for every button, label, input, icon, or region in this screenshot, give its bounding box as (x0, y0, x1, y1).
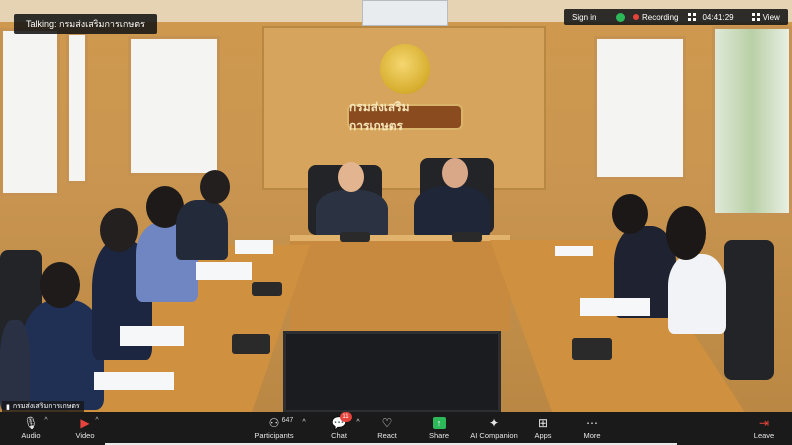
person (176, 200, 228, 260)
ai-companion-button[interactable]: ✦ AI Companion (468, 414, 520, 444)
leave-door-icon: ⇥ (758, 415, 770, 430)
person-head (666, 206, 706, 260)
monitor (283, 331, 501, 413)
meeting-topbar: Sign in Recording 04:41:29 View (564, 9, 788, 25)
meeting-toolbar: 🎙 ^ Audio ▶ ^ Video ⚇ 647 Participants ^ 💬 1… (0, 412, 792, 445)
document (580, 298, 650, 316)
share-button[interactable]: ↑ Share (426, 414, 452, 444)
person (0, 320, 30, 410)
document (196, 262, 252, 280)
microphone-icon: 🎙 ^ (23, 415, 48, 430)
audio-button[interactable]: 🎙 ^ Audio (18, 414, 48, 444)
window-left-3 (128, 36, 220, 176)
audio-label: Audio (21, 431, 41, 440)
microphone (452, 232, 482, 242)
chevron-up-icon: ^ (302, 419, 306, 426)
participants-button[interactable]: ⚇ 647 Participants (252, 414, 296, 444)
microphone (252, 282, 282, 296)
microphone (232, 334, 270, 354)
shield-icon[interactable] (616, 12, 629, 22)
microphone (572, 338, 612, 360)
person-head (40, 262, 80, 308)
participants-icon: ⚇ 647 (268, 415, 294, 430)
chevron-up-icon[interactable]: ^ (44, 417, 47, 424)
person (316, 190, 388, 238)
participant-name-tag: ▮ กรมส่งเสริมการเกษตร (2, 401, 84, 412)
react-button[interactable]: ♡ React (374, 414, 400, 444)
video-camera-icon: ▶ ^ (80, 415, 99, 430)
chevron-up-icon[interactable]: ^ (95, 417, 98, 424)
more-dots-icon: ⋯ (586, 415, 598, 430)
grid-view-icon (751, 13, 760, 21)
participants-caret[interactable]: ^ (300, 414, 308, 444)
heart-icon: ♡ (381, 415, 393, 430)
sign-in-link[interactable]: Sign in (572, 13, 614, 22)
chat-label: Chat (331, 431, 347, 440)
microphone (340, 232, 370, 242)
apps-button[interactable]: ⊞ Apps (530, 414, 556, 444)
window-right (594, 36, 686, 180)
recording-dot-icon (633, 14, 639, 20)
participant-name: กรมส่งเสริมการเกษตร (12, 403, 80, 410)
window-left-2 (66, 32, 88, 184)
person-head (442, 158, 468, 188)
chat-unread-badge: 11 (339, 412, 352, 422)
video-label: Video (75, 431, 95, 440)
window-left (0, 28, 60, 196)
person-head (200, 170, 230, 204)
view-label: View (762, 12, 780, 22)
recording-indicator[interactable]: Recording (633, 13, 678, 22)
recording-label: Recording (642, 12, 679, 22)
person-head (100, 208, 138, 252)
view-button[interactable]: View (751, 12, 780, 22)
participants-label: Participants (254, 431, 294, 440)
person-head (338, 162, 364, 192)
participant-count: 647 (281, 417, 294, 424)
chevron-up-icon: ^ (356, 419, 360, 426)
leave-label: Leave (753, 431, 775, 440)
document (555, 246, 593, 256)
ai-companion-label: AI Companion (470, 431, 518, 440)
more-button[interactable]: ⋯ More (579, 414, 605, 444)
projector (362, 0, 448, 26)
video-button[interactable]: ▶ ^ Video (72, 414, 98, 444)
document (94, 372, 174, 390)
person (668, 254, 726, 334)
table (290, 235, 510, 331)
person (414, 186, 490, 238)
meeting-time: 04:41:29 (702, 12, 734, 22)
talking-indicator: Talking: กรมส่งเสริมการเกษตร (14, 14, 157, 34)
react-label: React (377, 431, 397, 440)
chair (724, 240, 774, 380)
person-head (612, 194, 648, 234)
apps-label: Apps (534, 431, 552, 440)
window-right-garden (712, 26, 792, 216)
wall-sign: กรมส่งเสริมการเกษตร (347, 100, 463, 133)
video-feed: กรมส่งเสริมการเกษตร (0, 0, 792, 445)
sparkle-icon: ✦ (488, 415, 500, 430)
more-label: More (583, 431, 601, 440)
document (235, 240, 273, 254)
signal-icon: ▮ (6, 403, 10, 411)
emblem-icon (380, 44, 430, 94)
document (120, 326, 184, 346)
leave-button[interactable]: ⇥ Leave (751, 414, 777, 444)
apps-icon: ⊞ (537, 415, 549, 430)
grid-icon[interactable] (688, 13, 697, 21)
share-label: Share (428, 431, 449, 440)
chat-icon: 💬 11 (332, 412, 352, 431)
share-arrow-icon: ↑ (432, 414, 446, 431)
chat-button[interactable]: 💬 11 Chat (326, 412, 352, 444)
chat-caret[interactable]: ^ (354, 414, 362, 444)
